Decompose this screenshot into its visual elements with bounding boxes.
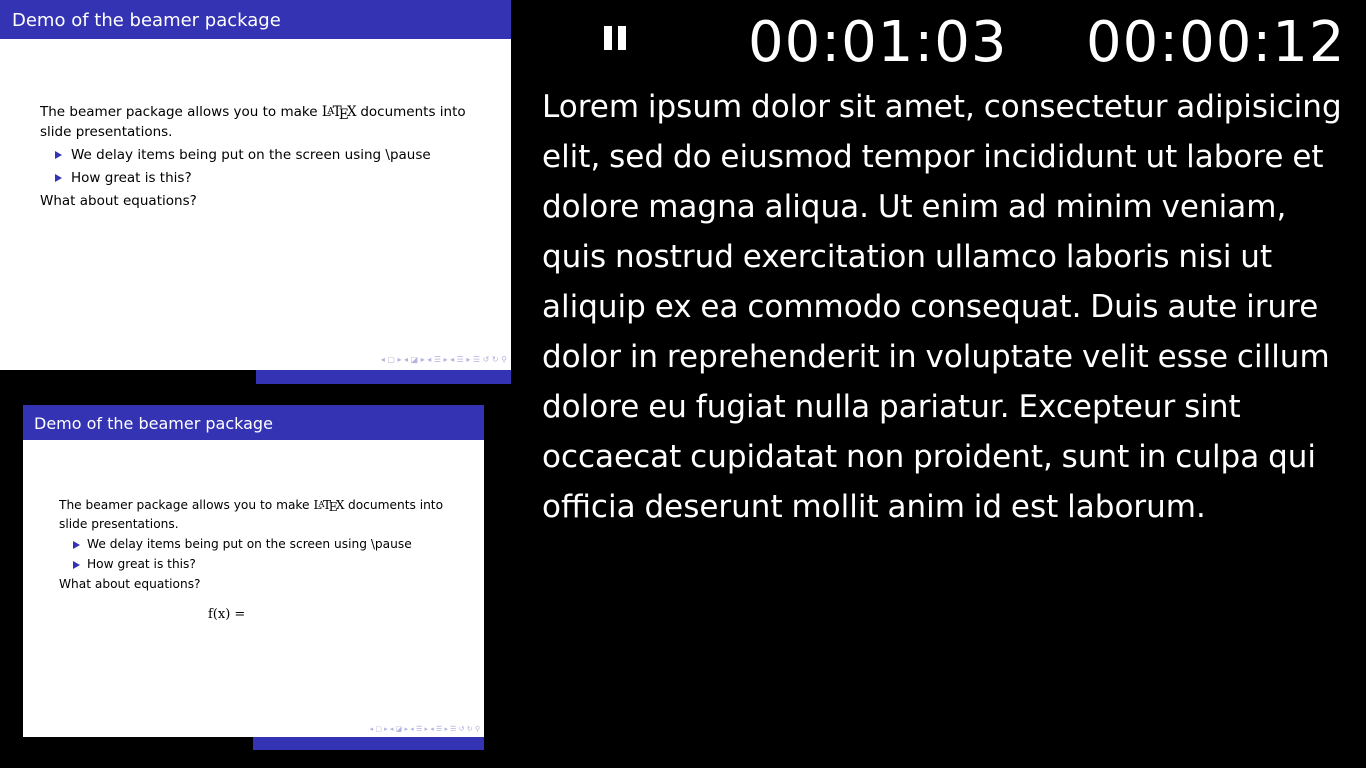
list-item: We delay items being put on the screen u…: [40, 146, 480, 165]
next-slide-bottom-bar: [253, 737, 484, 750]
latex-logo: LATEX: [313, 498, 345, 515]
next-slide-bullets: We delay items being put on the screen u…: [59, 536, 469, 573]
list-item: We delay items being put on the screen u…: [59, 536, 469, 553]
current-slide-title: Demo of the beamer package: [0, 0, 511, 39]
current-slide-body: The beamer package allows you to make LA…: [40, 103, 480, 211]
bullet-triangle-icon: [73, 561, 80, 569]
bullet-triangle-icon: [55, 151, 62, 159]
list-item: How great is this?: [40, 169, 480, 188]
bullet-triangle-icon: [73, 541, 80, 549]
next-slide-question: What about equations?: [59, 577, 201, 591]
current-slide-question: What about equations?: [40, 193, 197, 209]
next-slide-preview: Demo of the beamer package The beamer pa…: [23, 405, 484, 737]
current-slide-bullets: We delay items being put on the screen u…: [40, 146, 480, 188]
next-slide-intro: The beamer package allows you to make LA…: [59, 498, 444, 531]
bullet-triangle-icon: [55, 174, 62, 182]
next-slide-body: The beamer package allows you to make LA…: [59, 497, 469, 593]
current-slide-bottom-bar: [256, 370, 511, 384]
navigation-symbols[interactable]: ◂ ▢ ▸ ◂ ◪ ▸ ◂ ☰ ▸ ◂ ☰ ▸ ☰ ↺ ↻ ⚲: [381, 355, 507, 364]
pause-icon-bar: [618, 26, 626, 50]
pause-icon-bar: [604, 26, 612, 50]
next-slide-title: Demo of the beamer package: [23, 405, 484, 440]
speaker-notes: Lorem ipsum dolor sit amet, consectetur …: [542, 89, 1342, 525]
latex-logo: LATEX: [321, 104, 357, 123]
elapsed-timer[interactable]: 00:01:03: [748, 8, 1008, 78]
current-slide-intro: The beamer package allows you to make LA…: [40, 104, 466, 140]
list-item: How great is this?: [59, 556, 469, 573]
next-slide-equation: f(x) =: [208, 607, 246, 622]
clock-timer[interactable]: 00:00:12: [1086, 8, 1346, 78]
current-slide: Demo of the beamer package The beamer pa…: [0, 0, 511, 370]
pause-icon[interactable]: [602, 26, 632, 54]
navigation-symbols[interactable]: ◂ ▢ ▸ ◂ ◪ ▸ ◂ ☰ ▸ ◂ ☰ ▸ ☰ ↺ ↻ ⚲: [370, 725, 480, 733]
